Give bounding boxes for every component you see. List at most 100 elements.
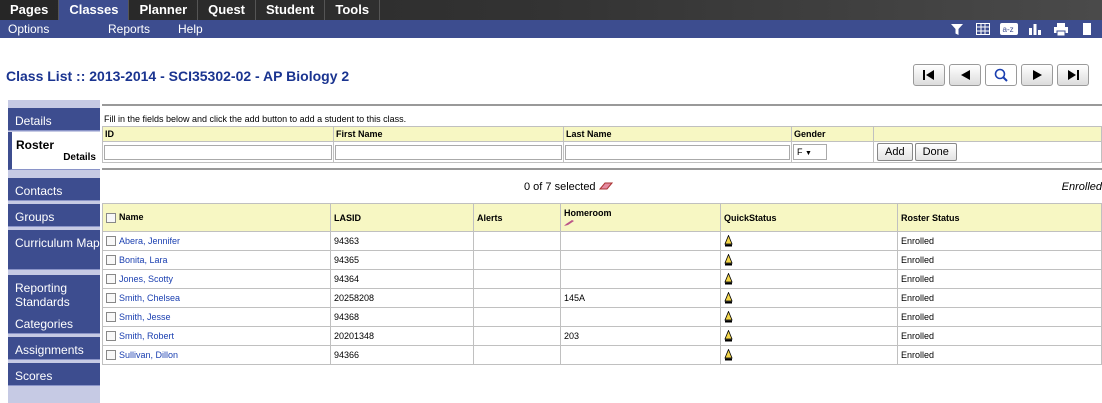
bell-icon[interactable]	[724, 349, 733, 361]
sidebar-item-label: Groups	[15, 210, 55, 224]
sub-menu-bar: Options Reports Help a-z	[0, 20, 1102, 38]
tab-classes[interactable]: Classes	[59, 0, 130, 20]
row-checkbox[interactable]	[106, 236, 116, 247]
roster-status-cell: Enrolled	[897, 326, 1102, 346]
gender-header: Gender	[791, 126, 874, 142]
sidebar-item-scores[interactable]: Scores	[8, 363, 100, 386]
sidebar-item-reporting-standards[interactable]: Reporting Standards	[8, 275, 100, 315]
menu-options[interactable]: Options	[8, 20, 49, 38]
table-row: Bonita, Lara 94365 Enrolled	[102, 250, 1102, 270]
sort-az-icon[interactable]: a-z	[1000, 22, 1018, 36]
chart-icon[interactable]	[1026, 22, 1044, 36]
first-record-button[interactable]	[913, 64, 945, 86]
sidebar-item-categories[interactable]: Categories	[8, 311, 100, 334]
homeroom-cell	[560, 250, 721, 270]
sidebar-item-label: Assignments	[15, 343, 84, 357]
id-header: ID	[102, 126, 334, 142]
bell-icon[interactable]	[724, 311, 733, 323]
row-checkbox[interactable]	[106, 350, 116, 361]
row-checkbox[interactable]	[106, 312, 116, 323]
menu-reports[interactable]: Reports	[108, 20, 150, 38]
lasid-cell: 94364	[330, 269, 474, 289]
last-record-button[interactable]	[1057, 64, 1089, 86]
add-button[interactable]: Add	[877, 143, 913, 161]
chevron-down-icon: ▼	[805, 150, 812, 157]
name-column-header[interactable]: Name	[102, 203, 331, 232]
bell-icon[interactable]	[724, 254, 733, 266]
roster-table: Name LASID Alerts Homeroom QuickStatus R…	[102, 203, 1102, 365]
export-icon[interactable]	[1078, 22, 1096, 36]
sidebar-subitem-details[interactable]: Details	[16, 152, 100, 164]
homeroom-cell	[560, 307, 721, 327]
quickstatus-column-header[interactable]: QuickStatus	[720, 203, 898, 232]
row-checkbox[interactable]	[106, 255, 116, 266]
id-field[interactable]	[104, 144, 332, 160]
bell-icon[interactable]	[724, 330, 733, 342]
tab-quest[interactable]: Quest	[198, 0, 256, 20]
row-checkbox[interactable]	[106, 331, 116, 342]
search-button[interactable]	[985, 64, 1017, 86]
sidebar-item-assignments[interactable]: Assignments	[8, 337, 100, 360]
tab-student[interactable]: Student	[256, 0, 326, 20]
lasid-cell: 20201348	[330, 326, 474, 346]
lasid-cell: 94368	[330, 307, 474, 327]
svg-text:a-z: a-z	[1003, 25, 1014, 34]
eraser-icon[interactable]	[598, 181, 613, 193]
sidebar-item-details[interactable]: Details	[8, 108, 100, 131]
first-name-field[interactable]	[335, 144, 562, 160]
bell-icon[interactable]	[724, 273, 733, 285]
sidebar-item-contacts[interactable]: Contacts	[8, 178, 100, 201]
divider	[102, 168, 1102, 170]
homeroom-cell: 145A	[560, 288, 721, 308]
divider	[102, 104, 1102, 106]
roster-status-cell: Enrolled	[897, 250, 1102, 270]
print-icon[interactable]	[1052, 22, 1070, 36]
sidebar-item-label: Categories	[15, 317, 74, 331]
student-name-link[interactable]: Smith, Jesse	[119, 312, 171, 322]
alerts-column-header[interactable]: Alerts	[473, 203, 561, 232]
student-name-link[interactable]: Bonita, Lara	[119, 255, 168, 265]
bell-icon[interactable]	[724, 235, 733, 247]
record-navigation	[913, 64, 1089, 86]
sidebar-item-label: Contacts	[15, 184, 63, 198]
sidebar-item-label: Curriculum Map	[15, 236, 100, 250]
row-checkbox[interactable]	[106, 274, 116, 285]
row-checkbox[interactable]	[106, 293, 116, 304]
tab-planner[interactable]: Planner	[129, 0, 199, 20]
bell-icon[interactable]	[724, 292, 733, 304]
next-record-button[interactable]	[1021, 64, 1053, 86]
last-name-field[interactable]	[565, 144, 790, 160]
sidebar-item-groups[interactable]: Groups	[8, 204, 100, 227]
student-name-link[interactable]: Smith, Robert	[119, 331, 174, 341]
student-name-link[interactable]: Sullivan, Dillon	[119, 350, 178, 360]
homeroom-column-header[interactable]: Homeroom	[560, 203, 721, 232]
sidebar-item-label: Scores	[15, 369, 53, 383]
last-name-header: Last Name	[563, 126, 792, 142]
tab-tools[interactable]: Tools	[325, 0, 381, 20]
student-name-link[interactable]: Smith, Chelsea	[119, 293, 180, 303]
gender-select[interactable]: F ▼	[793, 144, 827, 160]
previous-record-button[interactable]	[949, 64, 981, 86]
select-all-checkbox[interactable]	[106, 212, 116, 223]
menu-help[interactable]: Help	[178, 20, 203, 38]
lasid-cell: 94365	[330, 250, 474, 270]
homeroom-cell: 203	[560, 326, 721, 346]
table-row: Sullivan, Dillon 94366 Enrolled	[102, 345, 1102, 365]
lasid-cell: 94366	[330, 345, 474, 365]
student-name-link[interactable]: Jones, Scotty	[119, 274, 173, 284]
pencil-icon[interactable]	[564, 218, 574, 228]
add-student-instructions: Fill in the fields below and click the a…	[104, 114, 407, 124]
tab-pages[interactable]: Pages	[0, 0, 60, 20]
top-navigation: Pages Classes Planner Quest Student Tool…	[0, 0, 1102, 20]
filter-icon[interactable]	[948, 22, 966, 36]
roster-status-column-header[interactable]: Roster Status	[897, 203, 1102, 232]
grid-icon[interactable]	[974, 22, 992, 36]
sidebar-item-curriculum-map[interactable]: Curriculum Map	[8, 230, 100, 270]
alerts-cell	[473, 231, 561, 251]
student-name-link[interactable]: Abera, Jennifer	[119, 236, 180, 246]
enrolled-filter-label[interactable]: Enrolled	[1062, 181, 1102, 193]
done-button[interactable]: Done	[914, 143, 957, 161]
sidebar-item-roster[interactable]: Roster Details	[8, 132, 100, 170]
main-content: Fill in the fields below and click the a…	[100, 100, 1102, 403]
lasid-column-header[interactable]: LASID	[330, 203, 474, 232]
